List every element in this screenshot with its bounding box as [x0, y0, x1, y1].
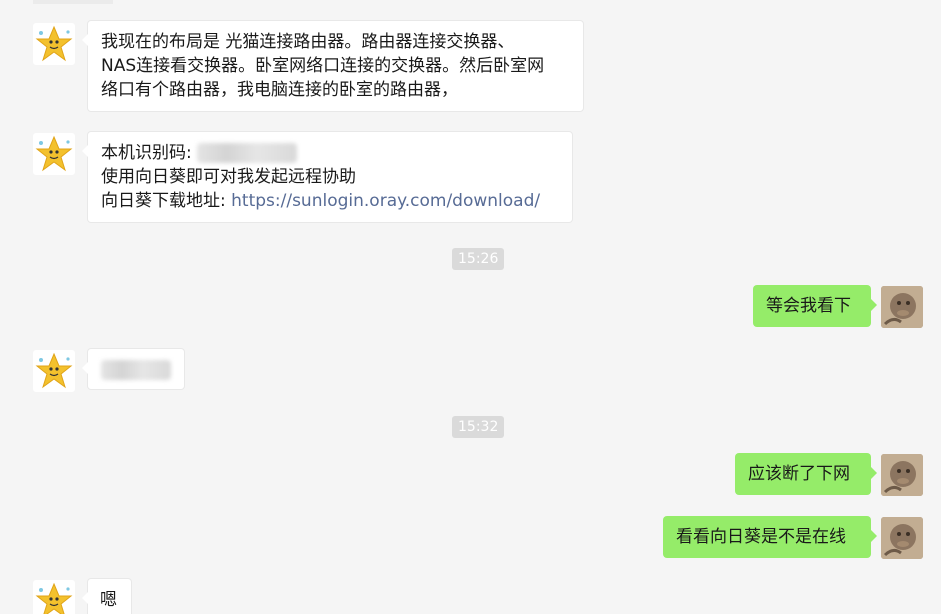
message-line: 本机识别码: [101, 141, 559, 165]
message-bubble[interactable]: 看看向日葵是不是在线 [663, 516, 877, 558]
contact-avatar[interactable] [33, 23, 75, 65]
redacted-text [101, 360, 171, 380]
message-text: 等会我看下 [766, 296, 851, 316]
contact-avatar[interactable] [33, 350, 75, 392]
previous-message-edge [33, 0, 113, 4]
redacted-id [197, 143, 298, 163]
self-avatar[interactable] [881, 517, 923, 559]
photo-avatar-icon [881, 454, 923, 496]
message-text: 应该断了下网 [748, 464, 850, 484]
star-cartoon-avatar-icon [35, 582, 73, 614]
message-line: 我现在的布局是 光猫连接路由器。路由器连接交换器、 [101, 32, 515, 52]
message-line: 络口有个路由器，我电脑连接的卧室的路由器， [101, 80, 458, 100]
message-line: 使用向日葵即可对我发起远程协助 [101, 167, 356, 187]
download-label: 向日葵下载地址: [101, 191, 232, 211]
star-cartoon-avatar-icon [35, 352, 73, 389]
message-line: NAS连接看交换器。卧室网络口连接的交换器。然后卧室网 [101, 56, 545, 76]
download-link[interactable]: https://sunlogin.oray.com/download/ [231, 191, 540, 211]
message-bubble[interactable]: 本机识别码: 使用向日葵即可对我发起远程协助 向日葵下载地址: https://… [82, 131, 573, 223]
message-bubble[interactable]: 嗯 [82, 578, 132, 614]
contact-avatar[interactable] [33, 133, 75, 175]
message-bubble-redacted[interactable] [82, 348, 185, 390]
message-bubble[interactable]: 我现在的布局是 光猫连接路由器。路由器连接交换器、 NAS连接看交换器。卧室网络… [82, 20, 584, 112]
timestamp: 15:26 [452, 248, 505, 270]
message-text: 嗯 [100, 590, 117, 610]
timestamp: 15:32 [452, 416, 505, 438]
message-bubble[interactable]: 应该断了下网 [735, 453, 877, 495]
id-label: 本机识别码: [101, 143, 192, 163]
photo-avatar-icon [881, 286, 923, 328]
message-text: 看看向日葵是不是在线 [676, 527, 846, 547]
contact-avatar[interactable] [33, 580, 75, 614]
star-cartoon-avatar-icon [35, 135, 73, 172]
message-line: 向日葵下载地址: https://sunlogin.oray.com/downl… [101, 189, 559, 213]
self-avatar[interactable] [881, 454, 923, 496]
photo-avatar-icon [881, 517, 923, 559]
message-bubble[interactable]: 等会我看下 [753, 285, 877, 327]
self-avatar[interactable] [881, 286, 923, 328]
star-cartoon-avatar-icon [35, 25, 73, 62]
